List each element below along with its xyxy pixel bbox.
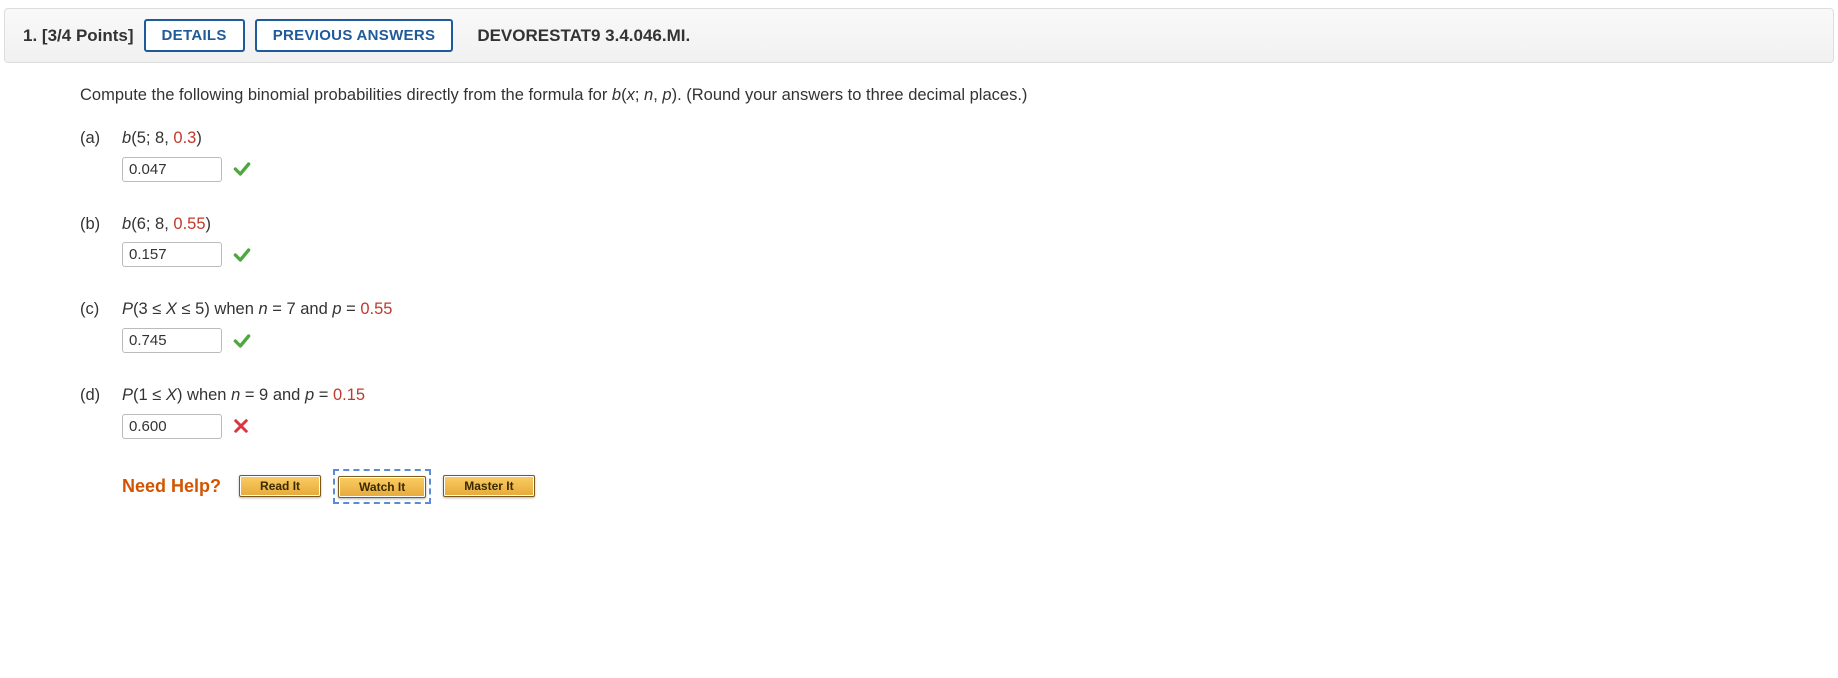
part-b-close: ): [206, 215, 212, 233]
watch-it-button[interactable]: Watch It: [338, 476, 426, 498]
part-a-close: ): [196, 129, 202, 147]
part-a-label: (a): [80, 126, 108, 151]
part-d-eq1: = 9 and: [240, 386, 305, 404]
part-c-label: (c): [80, 297, 108, 322]
need-help-row: Need Help? Read It Watch It Master It: [122, 469, 1838, 504]
instructions-sep2: ,: [653, 86, 662, 104]
details-button[interactable]: DETAILS: [144, 19, 245, 52]
part-c-when: when: [210, 300, 259, 318]
part-c: (c) P(3 ≤ X ≤ 5) when n = 7 and p = 0.55: [80, 297, 1838, 353]
instructions-arg-p: p: [662, 86, 671, 104]
question-body: Compute the following binomial probabili…: [0, 63, 1838, 534]
part-c-eq2: =: [342, 300, 361, 318]
part-c-expression: P(3 ≤ X ≤ 5) when n = 7 and p = 0.55: [122, 297, 392, 322]
instructions-post: . (Round your answers to three decimal p…: [677, 86, 1027, 104]
need-help-label: Need Help?: [122, 473, 221, 500]
read-it-button[interactable]: Read It: [239, 475, 321, 497]
part-b-v3: 0.55: [173, 215, 205, 233]
part-c-body1: 3 ≤: [139, 300, 166, 318]
instructions: Compute the following binomial probabili…: [80, 83, 1838, 108]
part-a-v1: 5: [137, 129, 146, 147]
part-b-sep1: ;: [146, 215, 155, 233]
x-icon: [232, 417, 250, 435]
instructions-pre: Compute the following binomial probabili…: [80, 86, 612, 104]
part-b: (b) b(6; 8, 0.55): [80, 212, 1838, 268]
instructions-func: b: [612, 86, 621, 104]
question-reference: DEVORESTAT9 3.4.046.MI.: [477, 26, 690, 46]
part-d-pre: P: [122, 386, 133, 404]
part-c-eq1: = 7 and: [268, 300, 333, 318]
part-d-n: n: [231, 386, 240, 404]
part-c-answer-input[interactable]: [122, 328, 222, 353]
part-d-pval: 0.15: [333, 386, 365, 404]
part-a-expression: b(5; 8, 0.3): [122, 126, 202, 151]
instructions-arg-n: n: [644, 86, 653, 104]
part-d-body1: 1 ≤: [139, 386, 166, 404]
part-a: (a) b(5; 8, 0.3): [80, 126, 1838, 182]
watch-it-focus-wrap: Watch It: [333, 469, 431, 504]
part-c-pval: 0.55: [360, 300, 392, 318]
question-points: [3/4 Points]: [42, 26, 134, 45]
instructions-arg-x: x: [627, 86, 635, 104]
check-icon: [232, 159, 252, 179]
master-it-button[interactable]: Master It: [443, 475, 534, 497]
part-a-sep1: ;: [146, 129, 155, 147]
check-icon: [232, 245, 252, 265]
part-d-when: when: [182, 386, 231, 404]
part-d-answer-input[interactable]: [122, 414, 222, 439]
part-b-v2: 8: [155, 215, 164, 233]
part-a-v2: 8: [155, 129, 164, 147]
part-d: (d) P(1 ≤ X) when n = 9 and p = 0.15: [80, 383, 1838, 439]
part-b-func: b: [122, 215, 131, 233]
part-a-answer-input[interactable]: [122, 157, 222, 182]
part-d-eq2: =: [314, 386, 333, 404]
instructions-sep1: ;: [635, 86, 644, 104]
question-index: 1.: [23, 26, 37, 45]
part-a-func: b: [122, 129, 131, 147]
part-b-v1: 6: [137, 215, 146, 233]
part-d-X: X: [166, 386, 177, 404]
question-header: 1. [3/4 Points] DETAILS PREVIOUS ANSWERS…: [4, 8, 1834, 63]
part-d-p: p: [305, 386, 314, 404]
part-d-expression: P(1 ≤ X) when n = 9 and p = 0.15: [122, 383, 365, 408]
previous-answers-button[interactable]: PREVIOUS ANSWERS: [255, 19, 454, 52]
part-c-pre: P: [122, 300, 133, 318]
part-c-p: p: [332, 300, 341, 318]
part-d-label: (d): [80, 383, 108, 408]
part-c-body2: ≤ 5: [177, 300, 204, 318]
question-number: 1. [3/4 Points]: [23, 26, 134, 46]
part-c-X: X: [166, 300, 177, 318]
part-c-n: n: [258, 300, 267, 318]
check-icon: [232, 331, 252, 351]
part-a-v3: 0.3: [173, 129, 196, 147]
part-b-label: (b): [80, 212, 108, 237]
part-b-expression: b(6; 8, 0.55): [122, 212, 211, 237]
part-b-answer-input[interactable]: [122, 242, 222, 267]
